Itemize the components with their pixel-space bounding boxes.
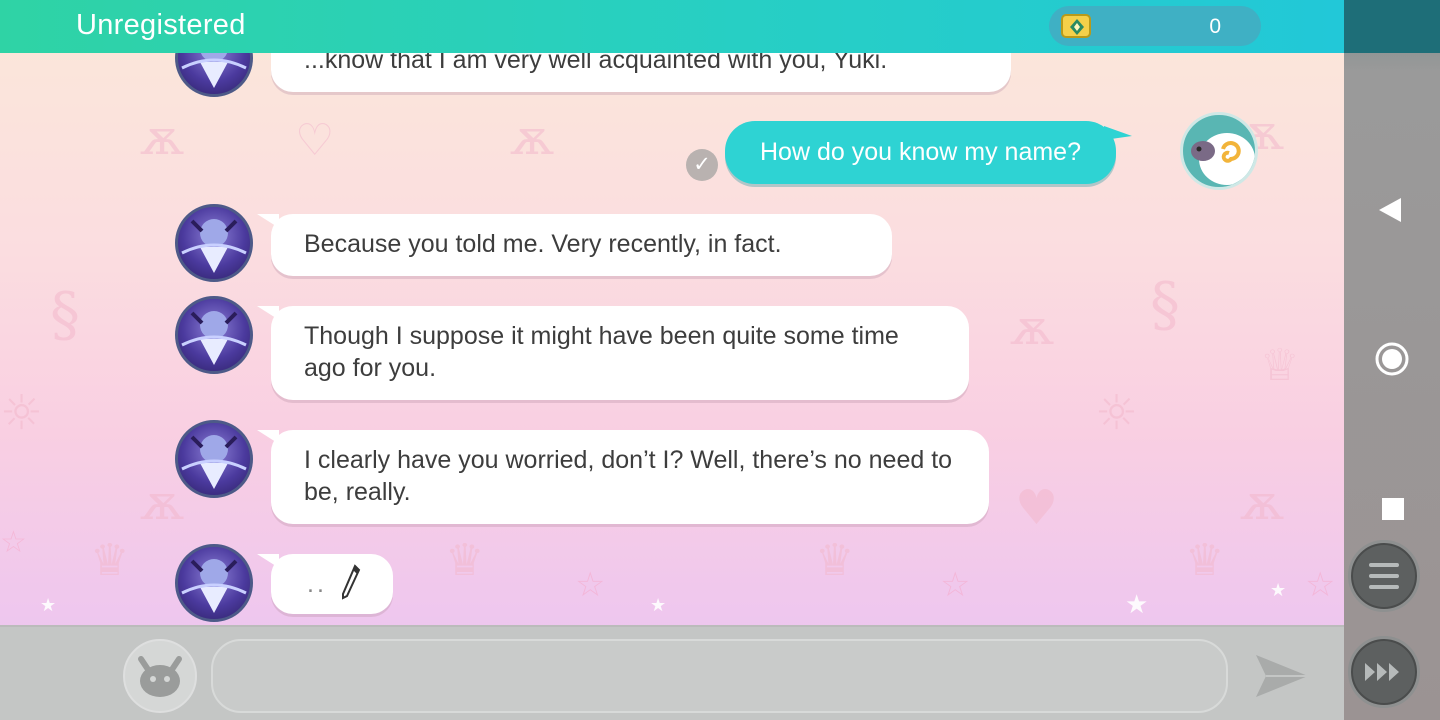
demon-character-icon [181,435,247,489]
npc-avatar[interactable] [175,204,253,282]
background-pattern: ★ [1270,580,1287,601]
typing-dots: .. [307,570,327,598]
background-pattern: ♛ [1185,535,1225,586]
demon-character-icon [181,311,247,365]
gem-ticket-icon [1061,14,1091,38]
demon-character-icon [181,219,247,273]
background-pattern: ѫ [140,110,185,166]
currency-counter[interactable]: 0 [1049,6,1261,46]
user-message-bubble[interactable]: How do you know my name? [725,121,1132,184]
back-icon[interactable] [1377,196,1403,229]
background-pattern: ★ [1125,590,1149,620]
pencil-icon [342,564,361,600]
demon-character-icon [181,559,247,613]
background-pattern: ♛ [445,535,485,586]
demon-face-icon [138,656,182,697]
input-bar [0,625,1344,720]
background-pattern: ☆ [575,565,606,605]
read-checkmark-icon: ✓ [686,149,718,181]
background-pattern: § [1150,270,1180,340]
recents-icon[interactable] [1381,497,1405,526]
app-header: Unregistered 0 [0,0,1344,53]
background-pattern: ♡ [295,115,335,166]
background-pattern: ★ [650,595,667,616]
menu-icon [1369,563,1399,589]
background-pattern: ♛ [90,535,130,586]
npc-avatar[interactable] [175,296,253,374]
background-pattern: ☆ [0,525,27,560]
menu-button[interactable] [1348,540,1420,612]
sticker-button[interactable] [123,639,197,713]
background-pattern: ☼ [1095,385,1139,441]
navbar-header-strip [1344,0,1440,53]
background-pattern: § [50,280,80,350]
user-avatar[interactable] [1180,112,1258,190]
background-pattern: ♛ [815,535,855,586]
fast-forward-button[interactable] [1348,636,1420,708]
message-input[interactable] [211,639,1228,713]
background-pattern: ♥ [1015,480,1059,536]
background-pattern: ѫ [510,110,555,166]
npc-avatar[interactable] [175,544,253,622]
message-text: I clearly have you worried, don’t I? Wel… [304,446,953,506]
send-button[interactable] [1254,651,1310,701]
message-bubble[interactable]: Because you told me. Very recently, in f… [257,214,892,276]
message-bubble[interactable]: I clearly have you worried, don’t I? Wel… [257,430,989,524]
background-pattern: ♕ [1260,340,1300,391]
background-pattern: ★ [40,595,57,616]
home-icon[interactable] [1375,342,1409,381]
background-pattern: ☼ [0,385,44,441]
currency-value: 0 [1209,15,1221,38]
message-text: How do you know my name? [760,138,1081,166]
typing-indicator-bubble: .. [257,554,393,614]
sheep-character-icon [1191,133,1255,185]
fast-forward-icon [1365,663,1399,681]
message-text: Though I suppose it might have been quit… [304,322,899,382]
background-pattern: ☆ [940,565,971,605]
header-title: Unregistered [76,9,246,41]
background-pattern: ѫ [1010,300,1055,356]
chat-screen: ѫ ♡ ѫ ѫ ♡ § § ѫ ♕ ☼ ☼ ♥ ѫ ѫ ♛ ♛ ♛ ♛ ☆ ☆ … [0,0,1344,720]
npc-avatar[interactable] [175,420,253,498]
background-pattern: ☆ [1305,565,1336,605]
message-bubble[interactable]: Though I suppose it might have been quit… [257,306,969,400]
message-text: Because you told me. Very recently, in f… [304,230,782,258]
send-icon [1256,655,1308,697]
background-pattern: ѫ [1240,475,1285,531]
